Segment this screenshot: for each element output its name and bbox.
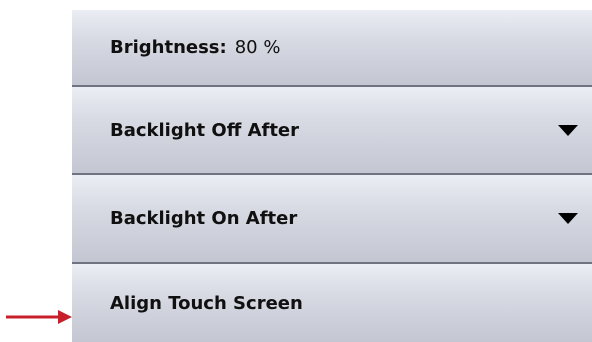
caret-down-icon[interactable] — [558, 213, 578, 224]
backlight-on-after-dropdown[interactable]: Backlight On After — [72, 175, 592, 264]
brightness-label: Brightness: 80 % — [110, 37, 280, 58]
backlight-off-after-label: Backlight Off After — [110, 119, 300, 141]
arrow-head — [58, 310, 72, 324]
backlight-off-after-dropdown[interactable]: Backlight Off After — [72, 87, 592, 175]
align-touch-screen-button[interactable]: Align Touch Screen — [72, 264, 592, 342]
backlight-on-after-label: Backlight On After — [110, 208, 298, 229]
brightness-label-text: Brightness: — [110, 37, 227, 58]
brightness-row[interactable]: Brightness: 80 % — [72, 10, 592, 87]
caret-down-icon[interactable] — [558, 124, 578, 136]
brightness-value: 80 % — [234, 37, 281, 58]
align-touch-screen-label: Align Touch Screen — [110, 292, 303, 314]
settings-panel: Brightness: 80 % Backlight Off After Back… — [72, 10, 592, 342]
arrow-right-icon — [6, 310, 72, 324]
